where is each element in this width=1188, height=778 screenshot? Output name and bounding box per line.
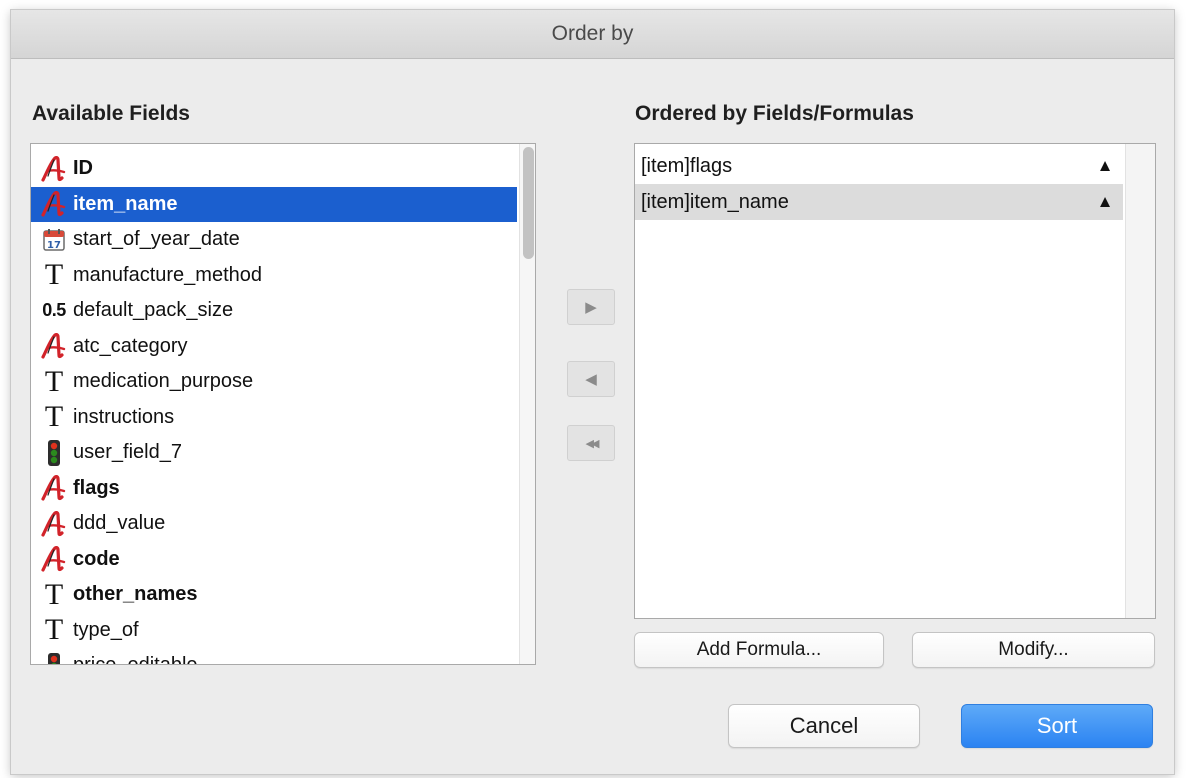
ordered-fields-label: Ordered by Fields/Formulas [635,102,914,125]
dialog-title: Order by [11,10,1174,59]
text-icon: T [44,577,64,611]
available-field-label: ddd_value [73,512,166,534]
svg-text:17: 17 [47,240,61,251]
available-field-item[interactable]: 0.5 default_pack_size [31,293,517,328]
available-field-item[interactable]: Tmanufacture_method [31,258,517,293]
available-field-label: other_names [73,583,198,605]
available-fields-list[interactable]: ID item_name 17 start_of_year_date Tmanufact… [30,143,536,665]
available-field-label: type_of [73,618,139,641]
ordered-field-label: [item]item_name [641,190,789,213]
remove-all-fields-button[interactable]: ◀◀ [567,425,615,461]
available-field-label: medication_purpose [73,370,254,392]
sort-button[interactable]: Sort [961,704,1153,748]
modify-button[interactable]: Modify... [912,632,1155,668]
double-arrow-left-icon: ◀◀ [585,437,600,450]
available-field-label: instructions [73,405,175,428]
boolean-icon [39,438,69,468]
add-field-button[interactable]: ▶ [567,289,615,325]
ordered-field-label: [item]flags [641,154,733,177]
available-field-item[interactable]: code [31,542,517,577]
alpha-icon [39,473,69,503]
available-field-item[interactable]: item_name [31,186,517,222]
text-icon: T [44,613,64,646]
available-field-item[interactable]: ddd_value [31,506,517,541]
available-field-label: atc_category [73,334,188,357]
add-formula-button[interactable]: Add Formula... [634,632,884,668]
ordered-field-item[interactable]: [item]item_name ▲ [635,184,1123,220]
number-icon: 0.5 [42,300,66,320]
text-icon: T [44,364,64,398]
background-app-right [1174,0,1188,778]
available-fields-scroll-thumb[interactable] [523,147,534,259]
available-field-item[interactable]: price_editable [31,648,517,665]
available-field-label: default_pack_size [73,299,234,321]
available-field-item[interactable]: Ttype_of [31,613,517,648]
available-field-label: item_name [73,192,178,215]
available-field-label: price_editable [73,654,198,665]
background-app-left [0,0,11,778]
text-icon: T [44,258,64,291]
order-by-dialog: Order by Available Fields ID item_name 17 s… [11,10,1174,774]
sort-ascending-icon[interactable]: ▲ [1087,156,1123,176]
available-field-item[interactable]: 17 start_of_year_date [31,222,517,257]
boolean-icon [39,651,69,664]
available-field-item[interactable]: Tinstructions [31,400,517,435]
alpha-icon [39,509,69,539]
ordered-field-item[interactable]: [item]flags ▲ [635,148,1123,184]
available-field-item[interactable]: atc_category [31,329,517,364]
alpha-icon [39,189,69,219]
cancel-button[interactable]: Cancel [728,704,920,748]
available-field-item[interactable]: user_field_7 [31,435,517,470]
ordered-fields-scrollbar[interactable] [1125,144,1155,618]
available-field-label: start_of_year_date [73,228,240,250]
available-field-item[interactable]: flags [31,471,517,506]
available-field-item[interactable]: Tmedication_purpose [31,364,517,399]
available-field-label: ID [73,157,93,179]
alpha-icon [39,331,69,361]
alpha-icon [39,154,69,184]
arrow-right-icon: ▶ [585,299,597,316]
available-fields-scrollbar[interactable] [519,144,535,664]
available-field-label: code [73,547,120,570]
remove-field-button[interactable]: ◀ [567,361,615,397]
calendar-icon: 17 [39,225,69,255]
available-field-item[interactable]: Tother_names [31,577,517,612]
text-icon: T [44,400,64,433]
available-field-item[interactable]: ID [31,151,517,186]
arrow-left-icon: ◀ [585,371,597,388]
available-fields-label: Available Fields [32,102,190,125]
available-field-label: manufacture_method [73,263,263,286]
screen: Order by Available Fields ID item_name 17 s… [0,0,1188,778]
ordered-fields-list[interactable]: [item]flags ▲ [item]item_name ▲ [634,143,1156,619]
alpha-icon [39,544,69,574]
available-field-label: user_field_7 [73,441,182,463]
available-field-label: flags [73,476,120,499]
sort-ascending-icon[interactable]: ▲ [1087,192,1123,212]
